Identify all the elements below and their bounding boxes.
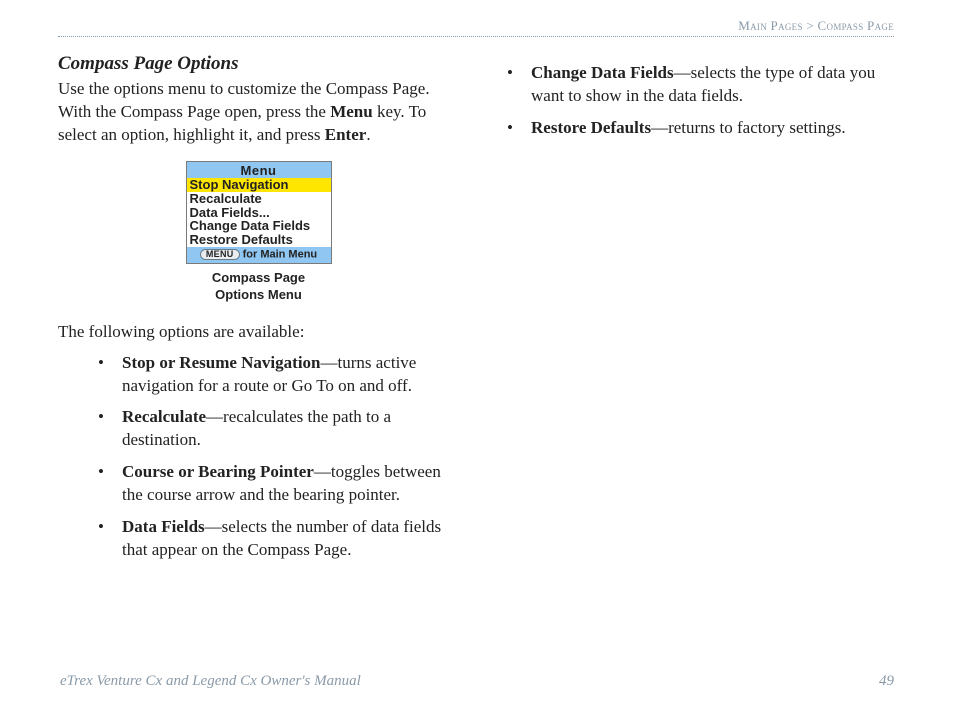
options-list-left: Stop or Resume Navigation—turns active n… [58, 352, 459, 563]
device-menu-header: Menu [187, 162, 331, 179]
breadcrumb-right: Compass Page [818, 18, 894, 33]
option-item: Course or Bearing Pointer—toggles betwee… [98, 461, 459, 507]
options-lead: The following options are available: [58, 322, 459, 342]
intro-paragraph: Use the options menu to customize the Co… [58, 78, 459, 147]
option-name: Data Fields [122, 517, 205, 536]
menu-pill: MENU [200, 249, 240, 260]
options-list-right: Change Data Fields—selects the type of d… [493, 62, 894, 140]
option-desc: —returns to factory settings. [651, 118, 846, 137]
device-menu-item: Change Data Fields [187, 219, 331, 233]
device-screenshot: Menu Stop NavigationRecalculateData Fiel… [186, 161, 332, 264]
option-name: Recalculate [122, 407, 206, 426]
breadcrumb: Main Pages > Compass Page [58, 18, 894, 34]
header-rule [58, 36, 894, 37]
option-name: Change Data Fields [531, 63, 674, 82]
option-item: Restore Defaults—returns to factory sett… [507, 117, 894, 140]
device-footer-text: for Main Menu [240, 248, 318, 260]
figure-caption: Compass Page Options Menu [58, 270, 459, 304]
option-item: Recalculate—recalculates the path to a d… [98, 406, 459, 452]
device-menu-item: Stop Navigation [187, 178, 331, 192]
figure: Menu Stop NavigationRecalculateData Fiel… [58, 161, 459, 304]
option-item: Stop or Resume Navigation—turns active n… [98, 352, 459, 398]
option-name: Stop or Resume Navigation [122, 353, 321, 372]
option-name: Restore Defaults [531, 118, 651, 137]
device-menu-item: Recalculate [187, 192, 331, 206]
section-title: Compass Page Options [58, 53, 459, 75]
option-item: Data Fields—selects the number of data f… [98, 516, 459, 562]
footer-page-number: 49 [879, 673, 894, 690]
footer-manual-title: eTrex Venture Cx and Legend Cx Owner's M… [60, 673, 361, 690]
breadcrumb-left: Main Pages [738, 18, 803, 33]
option-item: Change Data Fields—selects the type of d… [507, 62, 894, 108]
left-column: Compass Page Options Use the options men… [58, 53, 459, 571]
device-menu-item: Data Fields... [187, 206, 331, 220]
intro-enter-key: Enter [325, 125, 367, 144]
device-menu-item: Restore Defaults [187, 233, 331, 247]
intro-menu-key: Menu [330, 102, 373, 121]
page-footer: eTrex Venture Cx and Legend Cx Owner's M… [60, 673, 894, 690]
right-column: Change Data Fields—selects the type of d… [493, 53, 894, 571]
option-name: Course or Bearing Pointer [122, 462, 314, 481]
breadcrumb-sep: > [806, 18, 814, 33]
intro-text: . [366, 125, 370, 144]
caption-line1: Compass Page [212, 270, 305, 285]
device-footer: MENU for Main Menu [187, 247, 331, 263]
caption-line2: Options Menu [215, 287, 302, 302]
